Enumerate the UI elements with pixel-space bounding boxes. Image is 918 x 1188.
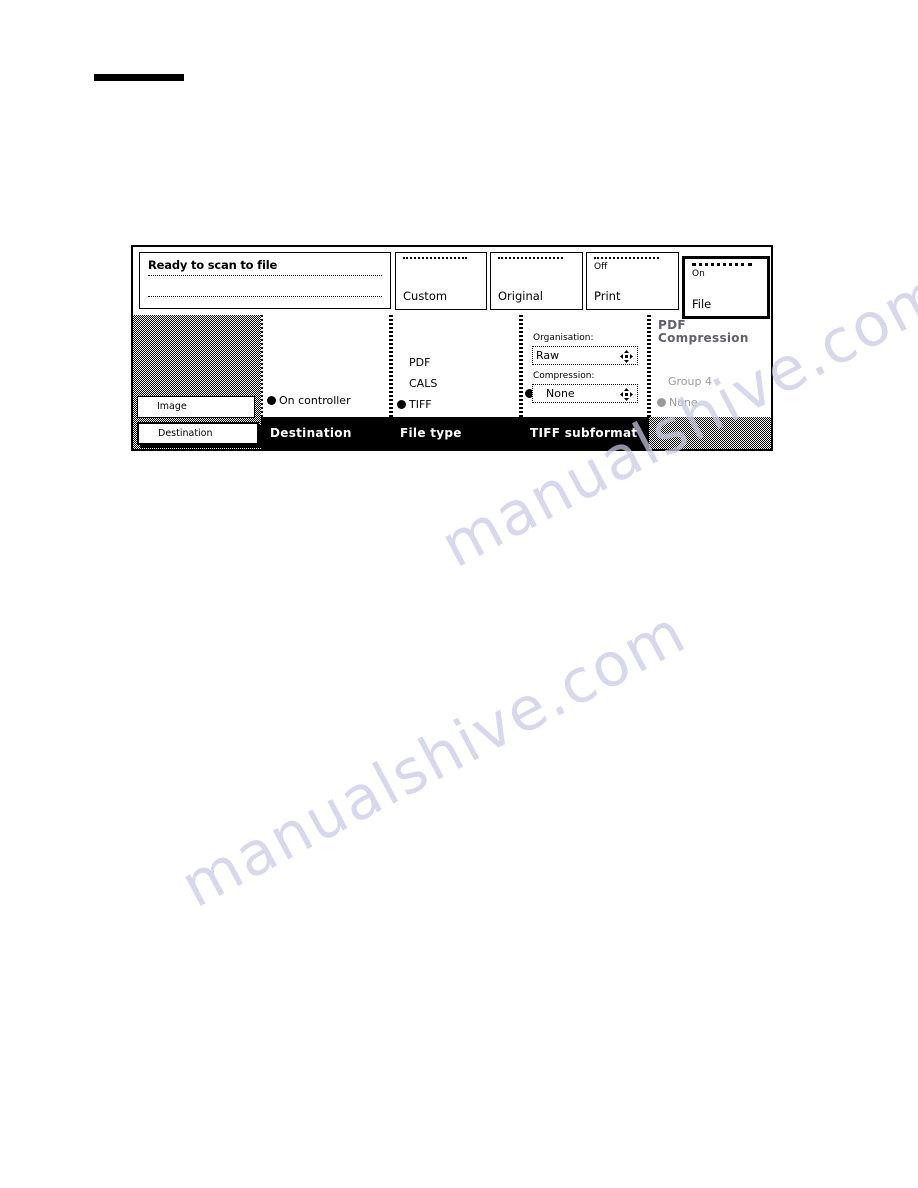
radio-selected-icon bbox=[267, 396, 276, 405]
status-row: Ready to scan to file Custom Original Of… bbox=[133, 247, 771, 319]
option-pdf-none-label: None bbox=[669, 396, 698, 409]
column-file-type-header: File type bbox=[391, 417, 521, 449]
status-divider-2 bbox=[148, 296, 382, 297]
organisation-value: Raw bbox=[536, 349, 560, 362]
label-organisation: Organisation: bbox=[533, 333, 594, 343]
sidebar-item-image-label: Image bbox=[157, 401, 187, 412]
column-destination-body: On controller bbox=[261, 315, 391, 417]
organisation-spinner[interactable]: Raw bbox=[532, 346, 638, 365]
option-pdf-none: None bbox=[657, 396, 698, 410]
column-tiff-subformat: Organisation: Raw Compression: None TIFF… bbox=[521, 315, 649, 449]
tab-print[interactable]: Off Print bbox=[586, 252, 679, 310]
tab-dash-icon bbox=[498, 257, 563, 259]
option-group-4-label: Group 4 bbox=[668, 375, 712, 388]
four-way-arrow-icon bbox=[620, 388, 633, 401]
panel-body: Image Destination On controller Destinat… bbox=[133, 315, 771, 449]
tab-dash-icon bbox=[403, 257, 467, 259]
tab-original[interactable]: Original bbox=[490, 252, 583, 310]
option-tiff-label: TIFF bbox=[409, 398, 432, 411]
compression-value: None bbox=[546, 387, 575, 400]
column-destination: On controller Destination bbox=[261, 315, 391, 449]
status-divider-1 bbox=[148, 275, 382, 276]
column-file-type: PDF CALS TIFF File type bbox=[391, 315, 521, 449]
scanner-control-panel: Ready to scan to file Custom Original Of… bbox=[131, 245, 773, 451]
option-on-controller-label: On controller bbox=[279, 394, 351, 407]
page-header-rule bbox=[94, 74, 184, 81]
watermark-line-1: manualshive.com bbox=[170, 596, 698, 922]
option-on-controller[interactable]: On controller bbox=[267, 394, 351, 408]
column-file-type-body: PDF CALS TIFF bbox=[391, 315, 521, 417]
option-cals-label: CALS bbox=[409, 377, 438, 390]
tab-original-label: Original bbox=[498, 289, 544, 303]
sidebar: Image Destination bbox=[133, 315, 261, 449]
radio-selected-icon bbox=[397, 400, 406, 409]
sidebar-item-destination-label: Destination bbox=[158, 428, 213, 439]
column-destination-header: Destination bbox=[261, 417, 391, 449]
column-tiff-subformat-header: TIFF subformat bbox=[521, 417, 649, 449]
tab-dash-icon bbox=[594, 257, 659, 259]
column-pdf-compression-header-bg bbox=[649, 417, 771, 449]
tab-dash-icon bbox=[692, 263, 752, 266]
option-pdf[interactable]: PDF bbox=[409, 356, 430, 370]
radio-selected-disabled-icon bbox=[657, 398, 666, 407]
status-message-box: Ready to scan to file bbox=[139, 252, 391, 309]
option-group-4: Group 4 bbox=[668, 375, 712, 389]
tab-file-sublabel: On bbox=[692, 269, 705, 279]
tab-custom-label: Custom bbox=[403, 289, 448, 303]
status-message: Ready to scan to file bbox=[148, 258, 278, 272]
column-tiff-subformat-body: Organisation: Raw Compression: None bbox=[521, 315, 649, 417]
option-cals[interactable]: CALS bbox=[409, 377, 437, 391]
sidebar-item-destination[interactable]: Destination bbox=[137, 422, 259, 445]
column-pdf-compression-header: PDF Compression bbox=[658, 318, 749, 345]
compression-spinner[interactable]: None bbox=[532, 384, 638, 403]
tab-custom[interactable]: Custom bbox=[395, 252, 487, 310]
column-pdf-compression: Group 4 None PDF Compression bbox=[649, 315, 771, 449]
sidebar-item-image[interactable]: Image bbox=[137, 396, 255, 418]
tab-file-label: File bbox=[692, 297, 712, 311]
watermark: manualshive.com manualshive.com bbox=[0, 0, 918, 1188]
four-way-arrow-icon bbox=[620, 350, 633, 363]
option-tiff[interactable]: TIFF bbox=[397, 398, 432, 412]
label-compression: Compression: bbox=[533, 371, 595, 381]
option-pdf-label: PDF bbox=[409, 356, 431, 369]
tab-file[interactable]: On File bbox=[682, 256, 770, 319]
tab-print-sublabel: Off bbox=[594, 262, 608, 272]
tab-print-label: Print bbox=[594, 289, 621, 303]
